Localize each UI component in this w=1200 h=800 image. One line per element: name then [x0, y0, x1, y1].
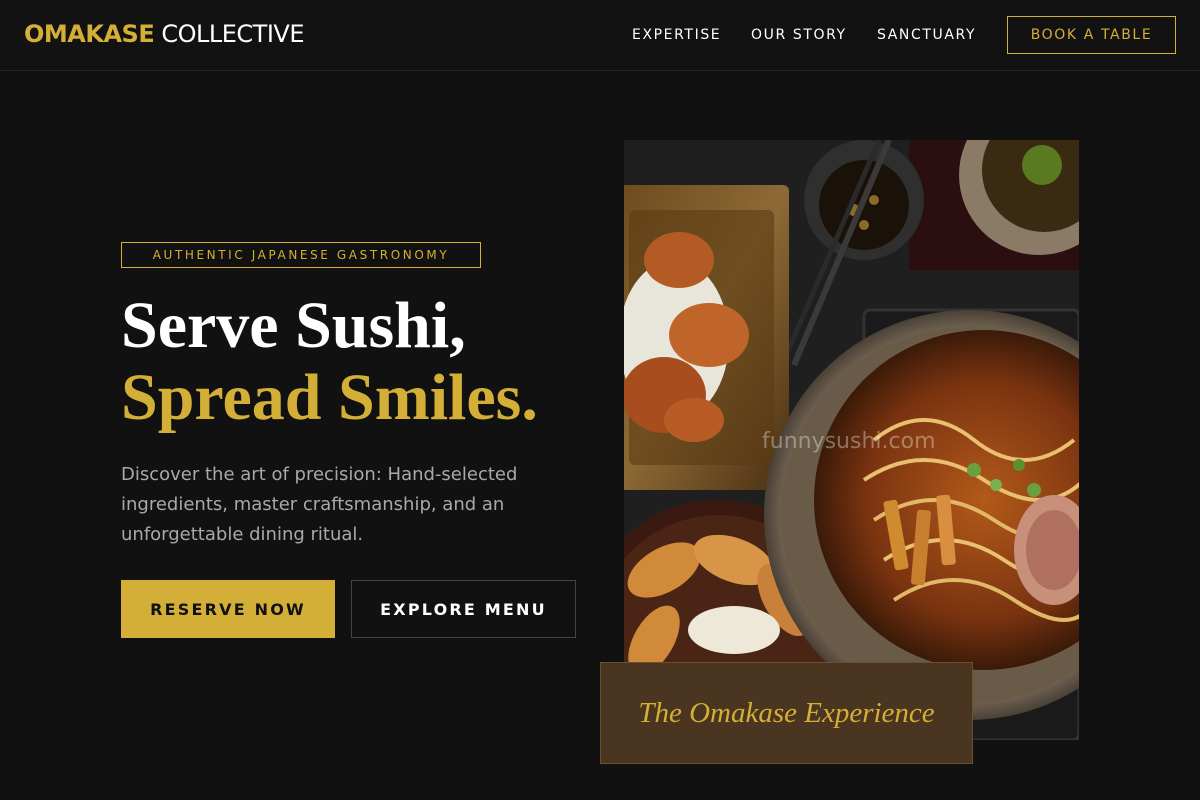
reserve-now-button[interactable]: RESERVE NOW: [121, 580, 335, 638]
experience-caption: The Omakase Experience: [600, 662, 973, 764]
nav-link-sanctuary[interactable]: SANCTUARY: [877, 26, 976, 44]
hero-headline: Serve Sushi, Spread Smiles.: [121, 290, 538, 434]
food-photo-illustration: funnysushi.com: [624, 140, 1079, 740]
explore-menu-button[interactable]: EXPLORE MENU: [351, 580, 576, 638]
book-table-button[interactable]: BOOK A TABLE: [1007, 16, 1176, 54]
hero-description: Discover the art of precision: Hand-sele…: [121, 464, 518, 545]
hero-tag: AUTHENTIC JAPANESE GASTRONOMY: [121, 242, 481, 268]
brand-logo[interactable]: OMAKASE COLLECTIVE: [24, 19, 304, 49]
food-photo: funnysushi.com: [624, 140, 1079, 740]
photo-watermark: funnysushi.com: [762, 429, 936, 454]
headline-line-1: Serve Sushi,: [121, 289, 466, 362]
brand-primary: OMAKASE: [24, 20, 155, 48]
headline-line-2: Spread Smiles.: [121, 361, 538, 434]
nav-link-expertise[interactable]: EXPERTISE: [632, 26, 721, 44]
site-header: OMAKASE COLLECTIVE EXPERTISE OUR STORY S…: [0, 0, 1200, 71]
nav-link-our-story[interactable]: OUR STORY: [751, 26, 847, 44]
brand-secondary: COLLECTIVE: [161, 20, 304, 48]
